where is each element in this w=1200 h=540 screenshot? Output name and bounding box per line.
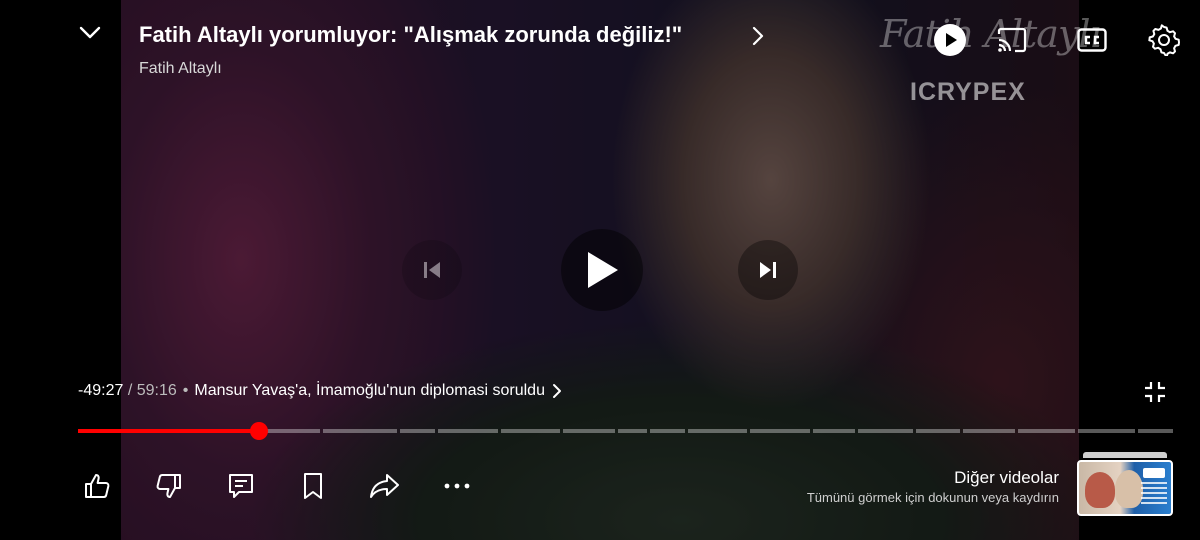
time-remaining[interactable]: -49:27 bbox=[78, 382, 123, 400]
cast-button[interactable] bbox=[994, 24, 1030, 56]
dislike-icon bbox=[156, 474, 181, 498]
chapter-segment bbox=[916, 429, 960, 433]
chapter-segment bbox=[400, 429, 435, 433]
video-thumbnail[interactable] bbox=[1077, 460, 1173, 516]
play-button[interactable] bbox=[561, 229, 643, 311]
previous-button[interactable] bbox=[402, 240, 462, 300]
more-videos-thumbnail[interactable] bbox=[1077, 452, 1173, 516]
settings-button[interactable] bbox=[1145, 21, 1183, 59]
captions-icon bbox=[1077, 28, 1107, 52]
time-separator: / bbox=[127, 382, 133, 399]
save-button[interactable] bbox=[293, 466, 333, 506]
collapse-button[interactable] bbox=[72, 18, 108, 48]
chapter-segment bbox=[963, 429, 1015, 433]
dislike-button[interactable] bbox=[149, 466, 189, 506]
seek-played bbox=[78, 429, 260, 433]
thumbnail-person bbox=[1085, 472, 1115, 508]
more-videos-hint: Tümünü görmek için dokunun veya kaydırın bbox=[806, 490, 1059, 505]
share-button[interactable] bbox=[365, 466, 405, 506]
more-videos-title[interactable]: Diğer videolar bbox=[954, 468, 1059, 488]
thumbnail-stack-edge bbox=[1083, 452, 1167, 458]
chapter-segment bbox=[501, 429, 560, 433]
channel-name[interactable]: Fatih Altaylı bbox=[139, 60, 222, 78]
bookmark-icon bbox=[304, 473, 322, 499]
thumbnail-badge bbox=[1143, 468, 1165, 478]
more-options-button[interactable] bbox=[437, 466, 477, 506]
video-title[interactable]: Fatih Altaylı yorumluyor: "Alışmak zorun… bbox=[139, 22, 682, 48]
chapter-segment bbox=[438, 429, 498, 433]
cast-icon bbox=[997, 27, 1027, 53]
thumbnail-text-lines bbox=[1141, 482, 1167, 506]
title-expand-button[interactable] bbox=[748, 22, 768, 50]
exit-fullscreen-icon bbox=[1145, 382, 1165, 402]
thumbnail-person bbox=[1115, 470, 1143, 508]
chapter-segment bbox=[688, 429, 747, 433]
time-duration: 59:16 bbox=[136, 382, 177, 399]
chapter-segment bbox=[750, 429, 810, 433]
chapter-segment bbox=[563, 429, 615, 433]
chapter-segment bbox=[1018, 429, 1075, 433]
autoplay-toggle[interactable] bbox=[932, 22, 968, 58]
chapter-segment bbox=[813, 429, 855, 433]
chapter-title[interactable]: Mansur Yavaş'a, İmamoğlu'nun diplomasi s… bbox=[194, 382, 545, 400]
chapter-segment bbox=[650, 429, 685, 433]
chevron-right-icon[interactable] bbox=[551, 382, 563, 400]
like-icon bbox=[85, 474, 110, 498]
chapter-segment bbox=[323, 429, 397, 433]
chevron-right-icon bbox=[752, 26, 764, 46]
comments-icon bbox=[229, 474, 253, 498]
like-button[interactable] bbox=[77, 466, 117, 506]
captions-button[interactable] bbox=[1074, 24, 1110, 56]
comments-button[interactable] bbox=[221, 466, 261, 506]
chevron-down-icon bbox=[79, 26, 101, 39]
chapter-segment bbox=[1078, 429, 1135, 433]
exit-fullscreen-button[interactable] bbox=[1140, 377, 1170, 407]
play-icon bbox=[588, 252, 618, 288]
chapter-segment bbox=[618, 429, 647, 433]
brand-watermark: ICRYPEX bbox=[910, 78, 1026, 106]
seek-bar[interactable] bbox=[78, 422, 1176, 440]
more-icon bbox=[444, 483, 470, 489]
autoplay-toggle-icon bbox=[934, 24, 966, 56]
next-icon bbox=[760, 262, 776, 278]
time-and-chapter: -49:27 / 59:16 • Mansur Yavaş'a, İmamoğl… bbox=[78, 382, 563, 400]
settings-icon bbox=[1148, 24, 1180, 56]
chapter-segment bbox=[1138, 429, 1173, 433]
next-button[interactable] bbox=[738, 240, 798, 300]
signature-watermark: Fatih Altaylı bbox=[880, 12, 1102, 56]
chapter-segment bbox=[858, 429, 913, 433]
time-chapter-bullet: • bbox=[182, 382, 189, 399]
share-icon bbox=[370, 474, 399, 498]
previous-icon bbox=[424, 262, 440, 278]
